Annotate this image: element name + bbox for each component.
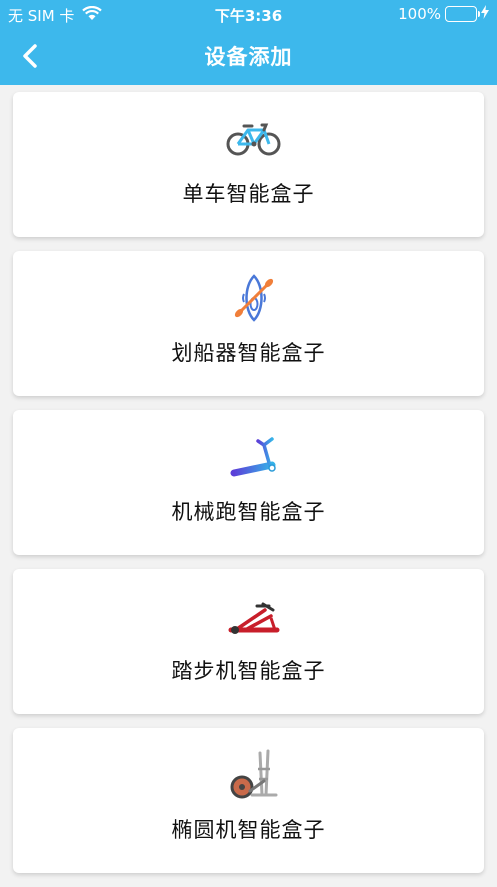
device-card-stepper[interactable]: 踏步机智能盒子 [13, 569, 484, 714]
device-card-elliptical[interactable]: 椭圆机智能盒子 [13, 728, 484, 873]
kayak-icon [224, 273, 284, 323]
elliptical-icon [224, 749, 284, 800]
device-label: 椭圆机智能盒子 [171, 818, 326, 842]
page-title: 设备添加 [204, 45, 293, 69]
status-bar: 无 SIM 卡 下午3:36 100% [0, 0, 497, 28]
device-card-bicycle[interactable]: 单车智能盒子 [13, 92, 484, 237]
bicycle-icon [224, 114, 284, 164]
stepper-icon [224, 591, 284, 641]
treadmill-icon [224, 432, 284, 482]
status-right: 100% [398, 5, 489, 23]
device-label: 划船器智能盒子 [171, 341, 326, 365]
device-label: 单车智能盒子 [182, 182, 315, 206]
battery-icon [445, 6, 480, 22]
charging-icon [481, 5, 489, 23]
device-list: 单车智能盒子 划船器智能盒子 机械跑智能盒子 踏步机智能盒子 椭圆机智能盒子 [13, 92, 484, 887]
device-label: 机械跑智能盒子 [171, 500, 326, 524]
device-card-treadmill[interactable]: 机械跑智能盒子 [13, 410, 484, 555]
device-label: 踏步机智能盒子 [171, 659, 326, 683]
header: 无 SIM 卡 下午3:36 100% 设备添加 [0, 0, 497, 85]
device-card-rower[interactable]: 划船器智能盒子 [13, 251, 484, 396]
battery-percent: 100% [398, 5, 441, 23]
nav-bar: 设备添加 [0, 28, 497, 85]
